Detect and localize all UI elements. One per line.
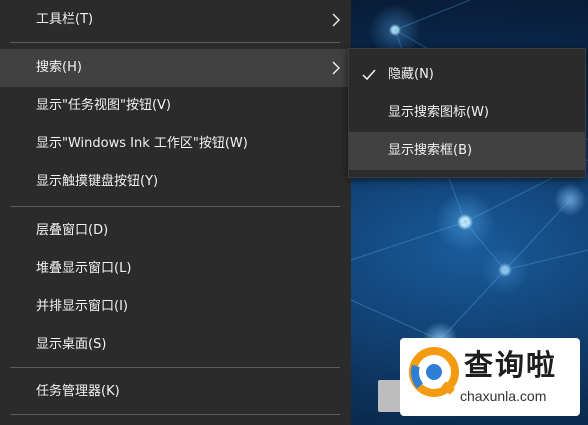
menu-item-label: 层叠窗口(D) xyxy=(36,223,109,238)
menu-separator xyxy=(10,367,340,368)
chevron-right-icon xyxy=(332,13,340,27)
menu-item-stack-windows[interactable]: 堆叠显示窗口(L) xyxy=(0,250,351,288)
menu-separator xyxy=(10,414,340,415)
menu-item-toolbars[interactable]: 工具栏(T) xyxy=(0,1,351,39)
menu-item-side-by-side-windows[interactable]: 并排显示窗口(I) xyxy=(0,288,351,326)
menu-item-label: 并排显示窗口(I) xyxy=(36,299,128,314)
submenu-item-label: 隐藏(N) xyxy=(388,67,434,82)
menu-separator xyxy=(10,206,340,207)
menu-item-label: 堆叠显示窗口(L) xyxy=(36,261,132,276)
watermark-url: chaxunla.com xyxy=(460,388,547,404)
watermark-name: 查询啦 xyxy=(464,348,558,382)
menu-item-label: 显示"Windows Ink 工作区"按钮(W) xyxy=(36,136,248,151)
menu-item-label: 显示"任务视图"按钮(V) xyxy=(36,98,171,113)
magnifier-logo-icon xyxy=(409,347,459,397)
menu-item-show-desktop[interactable]: 显示桌面(S) xyxy=(0,326,351,364)
menu-item-label: 任务管理器(K) xyxy=(36,384,120,399)
submenu-item-label: 显示搜索图标(W) xyxy=(388,105,489,120)
menu-item-task-view-button[interactable]: 显示"任务视图"按钮(V) xyxy=(0,87,351,125)
menu-item-touch-keyboard-button[interactable]: 显示触摸键盘按钮(Y) xyxy=(0,163,351,201)
menu-item-label: 显示触摸键盘按钮(Y) xyxy=(36,174,159,189)
submenu-item-hidden[interactable]: 隐藏(N) xyxy=(349,56,585,94)
submenu-item-show-search-box[interactable]: 显示搜索框(B) xyxy=(349,132,585,170)
taskbar-context-menu: 工具栏(T) 搜索(H) 显示"任务视图"按钮(V) 显示"Windows In… xyxy=(0,0,351,425)
menu-item-windows-ink-button[interactable]: 显示"Windows Ink 工作区"按钮(W) xyxy=(0,125,351,163)
menu-separator xyxy=(10,42,340,43)
menu-item-label: 搜索(H) xyxy=(36,60,82,75)
submenu-item-label: 显示搜索框(B) xyxy=(388,143,473,158)
menu-item-cascade-windows[interactable]: 层叠窗口(D) xyxy=(0,212,351,250)
menu-item-label: 工具栏(T) xyxy=(36,12,94,27)
watermark-logo: 查询啦 chaxunla.com xyxy=(400,338,580,416)
menu-item-task-manager[interactable]: 任务管理器(K) xyxy=(0,373,351,411)
search-submenu: 隐藏(N) 显示搜索图标(W) 显示搜索框(B) xyxy=(348,48,586,178)
submenu-item-show-search-icon[interactable]: 显示搜索图标(W) xyxy=(349,94,585,132)
checkmark-icon xyxy=(362,69,376,81)
chevron-right-icon xyxy=(332,61,340,75)
menu-item-label: 显示桌面(S) xyxy=(36,337,107,352)
menu-item-search[interactable]: 搜索(H) xyxy=(0,49,351,87)
